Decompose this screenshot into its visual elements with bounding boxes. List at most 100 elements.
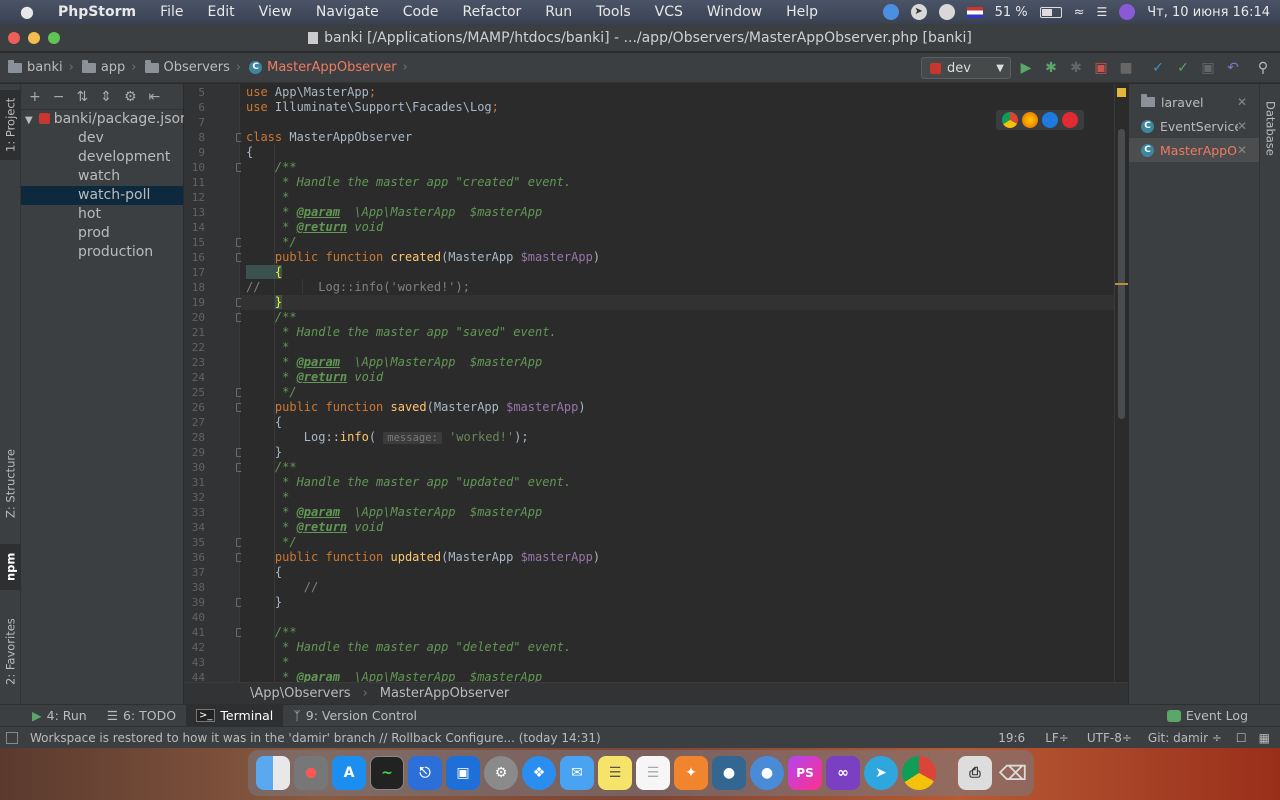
system-preferences-icon[interactable]: ⚙ [484,756,518,790]
postgres-icon[interactable]: ● [712,756,746,790]
close-icon[interactable]: ✕ [1237,95,1247,109]
nav-crumb-class[interactable]: C MasterAppObserver [241,60,402,75]
tree-root[interactable]: ▼ banki/package.json [21,110,189,129]
expand-icon[interactable]: ⇕ [100,89,112,105]
event-log-button[interactable]: Event Log [1157,705,1258,727]
tab-project[interactable]: 1: Project [0,90,21,160]
elephant-status-icon[interactable] [938,4,955,20]
rollback-icon[interactable]: ↶ [1225,60,1241,76]
menu-navigate[interactable]: Navigate [304,0,391,24]
gear-icon[interactable]: ⚙ [124,89,137,105]
code-line[interactable]: use Illuminate\Support\Facades\Log; [246,100,499,115]
close-window-button[interactable] [8,32,20,44]
zoom-window-button[interactable] [48,32,60,44]
menu-run[interactable]: Run [533,0,584,24]
code-line[interactable]: * @return void [246,520,383,535]
menu-view[interactable]: View [247,0,304,24]
code-line[interactable]: */ [246,385,296,400]
code-line[interactable]: public function saved(MasterApp $masterA… [246,400,586,415]
nav-crumb-project[interactable]: banki [0,59,69,75]
control-center-icon[interactable]: ☰ [1097,5,1108,19]
activity-monitor-icon[interactable]: ~ [370,756,404,790]
run-icon[interactable]: ▶ [1018,60,1034,76]
recent-file-item-active[interactable]: C MasterAppObserver.php ✕ [1129,138,1259,162]
caret-position[interactable]: 19:6 [988,731,1035,745]
status-message[interactable]: Workspace is restored to how it was in t… [30,731,601,745]
apple-menu-icon[interactable]: ● [0,0,46,24]
code-line[interactable]: use App\MasterApp; [246,85,376,100]
trash-icon[interactable]: ⌫ [996,756,1030,790]
minimize-window-button[interactable] [28,32,40,44]
cloud-icon[interactable] [882,4,899,20]
stop-icon[interactable]: ■ [1118,60,1134,76]
code-line[interactable]: { [246,565,282,580]
menu-help[interactable]: Help [774,0,830,24]
code-line[interactable]: { [246,265,283,280]
telegram-icon[interactable]: ➤ [864,756,898,790]
stickies-icon[interactable]: ☰ [636,756,670,790]
debug-icon[interactable]: ✱ [1043,60,1059,76]
code-line[interactable]: * [246,340,289,355]
chrome-dock-icon[interactable] [902,756,936,790]
editor-gutter[interactable]: 5 6 7 8 9 10 11 12 13 14 15 16 17 18 19 20 21 22 23 24 25 26 2… [184,84,245,684]
recent-file-item[interactable]: C EventServiceProvider.php ✕ [1129,114,1259,138]
code-line[interactable]: * [246,490,289,505]
menu-app-name[interactable]: PhpStorm [46,0,148,24]
tab-terminal[interactable]: >_ Terminal [186,704,284,727]
code-line[interactable]: */ [246,535,296,550]
menu-vcs[interactable]: VCS [643,0,695,24]
code-line[interactable]: /** [246,460,297,475]
change-marker[interactable] [1115,283,1128,285]
tree-item-script[interactable]: dev [21,129,183,148]
git-branch[interactable]: Git: damir ÷ [1140,731,1230,745]
code-line[interactable]: public function updated(MasterApp $maste… [246,550,600,565]
tree-item-script[interactable]: production [21,243,183,262]
menubar-datetime[interactable]: Чт, 10 июня 16:14 [1147,5,1270,20]
memory-indicator-icon[interactable]: ▦ [1253,731,1280,745]
run-configuration-select[interactable]: dev ▼ [921,57,1011,79]
phpstorm-icon[interactable]: PS [788,756,822,790]
tableplus-icon[interactable]: ● [750,756,784,790]
trello-icon[interactable]: ▣ [446,756,480,790]
tab-database[interactable]: Database [1260,92,1280,164]
tab-favorites[interactable]: 2: Favorites [0,609,21,695]
refresh-icon[interactable]: ⇅ [76,89,88,105]
mail-icon[interactable]: ✉ [560,756,594,790]
hide-icon[interactable]: ⇤ [149,89,161,105]
code-line[interactable]: } [246,445,282,460]
tree-item-script[interactable]: watch [21,167,183,186]
menu-code[interactable]: Code [391,0,451,24]
tree-item-script-selected[interactable]: watch-poll [21,186,183,205]
expand-arrow-icon[interactable]: ▼ [25,115,33,126]
tree-item-script[interactable]: prod [21,224,183,243]
code-editor[interactable]: use App\MasterApp; use Illuminate\Support… [241,84,1114,682]
menu-edit[interactable]: Edit [196,0,247,24]
code-line[interactable]: { [246,145,253,160]
visual-studio-icon[interactable]: ∞ [826,756,860,790]
tab-version-control[interactable]: ᛉ 9: Version Control [283,705,427,727]
code-line[interactable]: * Handle the master app "created" event. [246,175,571,190]
firefox-icon[interactable] [1022,112,1038,128]
code-line[interactable]: * @param \App\MasterApp $masterApp [246,355,542,370]
tab-todo[interactable]: ☰ 6: TODO [97,705,186,727]
breadcrumb-namespace[interactable]: \App\Observers [250,686,351,701]
code-line[interactable]: * [246,655,289,670]
notes-icon[interactable]: ☰ [598,756,632,790]
vcs-compare-icon[interactable]: ▣ [1200,60,1216,76]
telegram-status-icon[interactable]: ➤ [910,4,927,20]
file-encoding[interactable]: UTF-8÷ [1079,731,1140,745]
editor-marker-bar[interactable] [1114,84,1128,682]
tree-item-script[interactable]: hot [21,205,183,224]
vcs-update-icon[interactable]: ✓ [1150,60,1166,76]
safari-icon[interactable] [1042,112,1058,128]
breadcrumb-class[interactable]: MasterAppObserver [380,686,509,701]
inspection-marker-icon[interactable] [1117,88,1126,97]
battery-icon[interactable] [1039,6,1062,18]
chrome-icon[interactable] [1002,112,1018,128]
add-icon[interactable]: + [29,89,41,105]
code-line[interactable]: /** [246,160,297,175]
profile-icon[interactable]: ▣ [1093,60,1109,76]
code-line[interactable]: * Handle the master app "deleted" event. [246,640,571,655]
tree-item-script[interactable]: development [21,148,183,167]
menu-refactor[interactable]: Refactor [451,0,534,24]
